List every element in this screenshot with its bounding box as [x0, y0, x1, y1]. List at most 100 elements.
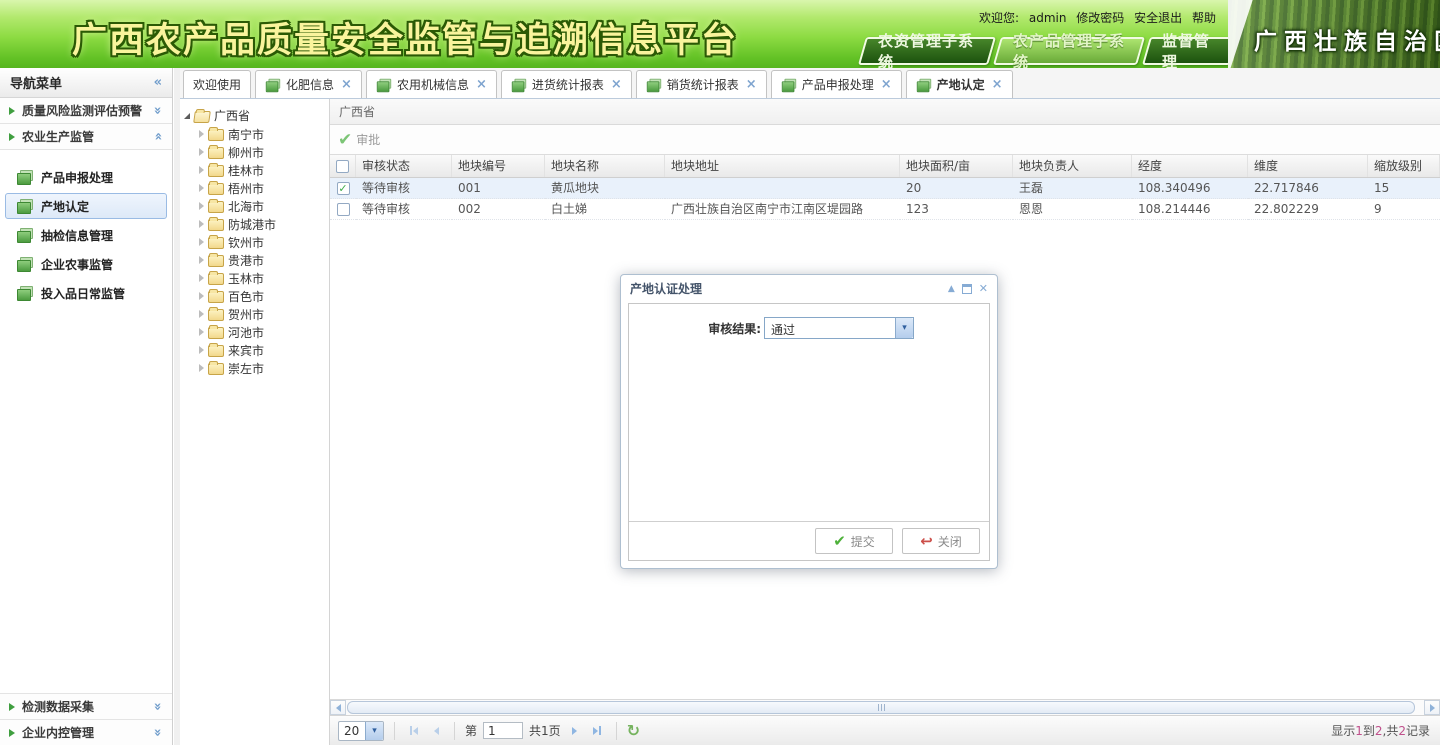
tree-node-city[interactable]: 崇左市 — [184, 359, 329, 377]
tree-node-city[interactable]: 贺州市 — [184, 305, 329, 323]
chevron-down-icon[interactable]: « — [150, 728, 165, 736]
chevron-down-icon[interactable]: « — [150, 106, 165, 114]
sidebar-item-origin-certification[interactable]: 产地认定 — [5, 193, 167, 219]
close-icon[interactable]: × — [881, 77, 892, 92]
sidebar-item-product-declaration[interactable]: 产品申报处理 — [5, 164, 167, 190]
sidebar-item-sampling-info[interactable]: 抽检信息管理 — [5, 222, 167, 248]
column-header[interactable]: 缩放级别 — [1368, 155, 1440, 177]
collapsed-arrow-icon[interactable] — [199, 184, 204, 192]
approve-button[interactable]: ✔ 审批 — [338, 130, 380, 150]
table-row[interactable]: ✓ 等待审核 001 黄瓜地块 20 王磊 108.340496 22.7178… — [330, 178, 1440, 199]
tree-node-city[interactable]: 百色市 — [184, 287, 329, 305]
dialog-header[interactable]: 产地认证处理 ▲ ✕ — [621, 275, 997, 302]
collapsed-arrow-icon[interactable] — [199, 166, 204, 174]
collapsed-arrow-icon[interactable] — [199, 202, 204, 210]
close-icon[interactable]: × — [341, 77, 352, 92]
document-icon — [377, 78, 391, 91]
tree-node-city[interactable]: 梧州市 — [184, 179, 329, 197]
subsystem-tab-supervision[interactable]: 监督管理 — [1142, 37, 1238, 65]
maximize-icon[interactable] — [962, 284, 972, 294]
submit-button[interactable]: ✔ 提交 — [815, 528, 893, 554]
tree-node-city[interactable]: 贵港市 — [184, 251, 329, 269]
column-header[interactable]: 维度 — [1248, 155, 1368, 177]
collapsed-arrow-icon[interactable] — [199, 148, 204, 156]
expanded-arrow-icon[interactable] — [184, 113, 190, 119]
first-page-button[interactable] — [405, 726, 423, 735]
collapsed-arrow-icon[interactable] — [199, 256, 204, 264]
collapsed-arrow-icon[interactable] — [199, 328, 204, 336]
scroll-right-button[interactable] — [1424, 700, 1440, 715]
help-link[interactable]: 帮助 — [1192, 11, 1216, 25]
close-icon[interactable]: × — [611, 77, 622, 92]
collapsed-arrow-icon[interactable] — [199, 364, 204, 372]
collapsed-arrow-icon[interactable] — [199, 238, 204, 246]
tree-node-city[interactable]: 南宁市 — [184, 125, 329, 143]
scrollbar-thumb[interactable] — [347, 701, 1415, 714]
tree-node-city[interactable]: 桂林市 — [184, 161, 329, 179]
scroll-left-button[interactable] — [330, 700, 346, 715]
row-checkbox[interactable] — [337, 203, 350, 216]
next-page-button[interactable] — [567, 727, 582, 735]
tab-fertilizer-info[interactable]: 化肥信息 × — [255, 70, 362, 98]
column-header[interactable]: 地块负责人 — [1013, 155, 1132, 177]
sidebar-section-risk-monitoring[interactable]: 质量风险监测评估预警 « — [0, 98, 172, 124]
review-result-select[interactable]: 通过 ▾ — [764, 317, 914, 339]
tab-purchase-report[interactable]: 进货统计报表 × — [501, 70, 632, 98]
tree-node-city[interactable]: 来宾市 — [184, 341, 329, 359]
tree-root-guangxi[interactable]: 广西省 — [184, 106, 329, 125]
chevron-down-icon[interactable]: « — [150, 702, 165, 710]
subsystem-tab-agri-products[interactable]: 农产品管理子系统 — [993, 37, 1145, 65]
subsystem-tabs: 农资管理子系统 农产品管理子系统 监督管理 — [862, 37, 1234, 65]
tab-product-declaration[interactable]: 产品申报处理 × — [771, 70, 902, 98]
sidebar-collapse-icon[interactable]: « — [154, 75, 162, 90]
collapsed-arrow-icon[interactable] — [199, 274, 204, 282]
sidebar-section-internal-control[interactable]: 企业内控管理 « — [0, 719, 172, 745]
books-icon — [17, 257, 33, 271]
logout-link[interactable]: 安全退出 — [1134, 11, 1182, 25]
column-header[interactable]: 地块名称 — [545, 155, 665, 177]
chevron-up-icon[interactable]: « — [150, 132, 165, 140]
tree-node-city[interactable]: 柳州市 — [184, 143, 329, 161]
subsystem-tab-agri-materials[interactable]: 农资管理子系统 — [858, 37, 996, 65]
sidebar-item-input-supervision[interactable]: 投入品日常监管 — [5, 280, 167, 306]
tree-node-city[interactable]: 玉林市 — [184, 269, 329, 287]
column-header[interactable]: 审核状态 — [356, 155, 452, 177]
play-icon — [9, 729, 15, 737]
tab-sales-report[interactable]: 销货统计报表 × — [636, 70, 767, 98]
refresh-icon[interactable]: ↻ — [627, 721, 640, 740]
tab-origin-certification[interactable]: 产地认定 × — [906, 70, 1013, 98]
tree-node-city[interactable]: 北海市 — [184, 197, 329, 215]
tree-node-city[interactable]: 河池市 — [184, 323, 329, 341]
select-all-checkbox[interactable] — [336, 160, 349, 173]
tab-welcome[interactable]: 欢迎使用 — [183, 70, 251, 98]
page-size-select[interactable]: 20 ▾ — [338, 721, 384, 741]
collapsed-arrow-icon[interactable] — [199, 346, 204, 354]
close-icon[interactable]: × — [746, 77, 757, 92]
close-icon[interactable]: ✕ — [979, 282, 988, 295]
collapsed-arrow-icon[interactable] — [199, 310, 204, 318]
sidebar-item-enterprise-farming[interactable]: 企业农事监管 — [5, 251, 167, 277]
sidebar-section-test-data[interactable]: 检测数据采集 « — [0, 693, 172, 719]
column-header[interactable]: 地块地址 — [665, 155, 900, 177]
close-icon[interactable]: × — [476, 77, 487, 92]
collapsed-arrow-icon[interactable] — [199, 130, 204, 138]
close-icon[interactable]: × — [992, 77, 1003, 92]
tab-machinery-info[interactable]: 农用机械信息 × — [366, 70, 497, 98]
table-row[interactable]: 等待审核 002 白土娣 广西壮族自治区南宁市江南区堤园路 123 恩恩 108… — [330, 199, 1440, 220]
collapse-icon[interactable]: ▲ — [948, 284, 955, 294]
tree-node-city[interactable]: 防城港市 — [184, 215, 329, 233]
column-header[interactable]: 地块编号 — [452, 155, 545, 177]
collapsed-arrow-icon[interactable] — [199, 292, 204, 300]
sidebar-section-production-supervision[interactable]: 农业生产监管 « — [0, 124, 172, 150]
prev-page-button[interactable] — [429, 727, 444, 735]
change-password-link[interactable]: 修改密码 — [1076, 11, 1124, 25]
row-checkbox-checked[interactable]: ✓ — [337, 182, 350, 195]
column-header[interactable]: 地块面积/亩 — [900, 155, 1013, 177]
page-number-input[interactable] — [483, 722, 523, 739]
check-icon: ✔ — [833, 532, 846, 550]
tree-node-city[interactable]: 钦州市 — [184, 233, 329, 251]
close-button[interactable]: ↩ 关闭 — [902, 528, 980, 554]
column-header[interactable]: 经度 — [1132, 155, 1248, 177]
last-page-button[interactable] — [588, 726, 606, 735]
collapsed-arrow-icon[interactable] — [199, 220, 204, 228]
